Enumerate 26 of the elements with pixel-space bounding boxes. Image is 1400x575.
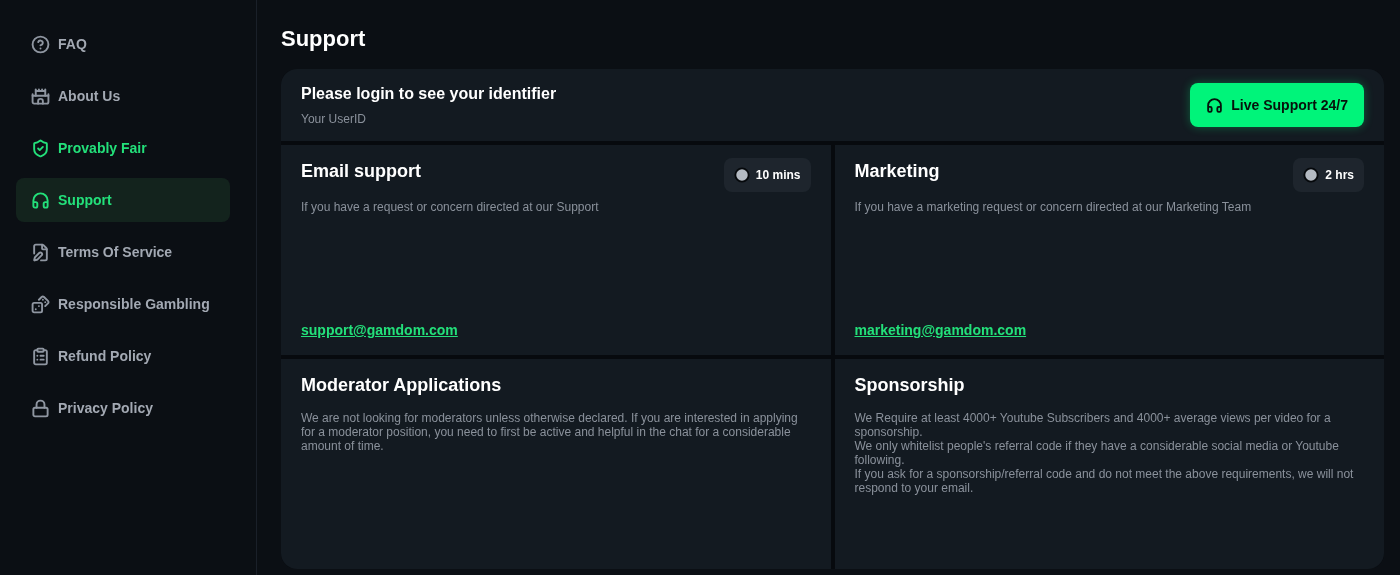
sidebar-item[interactable]: Responsible Gambling (16, 282, 230, 326)
sidebar-item[interactable]: FAQ (16, 22, 230, 66)
panel-title: Sponsorship (854, 374, 965, 397)
sidebar-item[interactable]: About Us (16, 74, 230, 118)
email-link[interactable]: support@gamdom.com (301, 320, 458, 341)
panel-description: If you have a marketing request or concern directed at our Marketing Team (854, 200, 1253, 214)
panel-description: We only whitelist people's referral code if they have a considerable social media or Youtube following. (854, 439, 1340, 467)
email-link[interactable]: marketing@gamdom.com (854, 320, 1027, 341)
identifier-subtitle: Your UserID (301, 111, 367, 128)
panel-description: If you have a request or concern directed at our Support (301, 200, 600, 214)
live-support-button[interactable]: Live Support 24/7 (1190, 83, 1364, 127)
identifier-title: Please login to see your identifier (301, 84, 557, 104)
sidebar-item[interactable]: Support (16, 178, 230, 222)
panel-description: We Require at least 4000+ Youtube Subscribers and 4000+ average views per video for a sponsorship. (854, 411, 1332, 439)
panel-description: If you ask for a sponsorship/referral code and do not meet the above requirements, we will not respond to your email. (854, 467, 1355, 495)
panel-description: We are not looking for moderators unless otherwise declared. If you are interested in applying for a moderator position, you need to first be active and helpful in the chat for a considerable amount of time. (301, 411, 799, 453)
sidebar-item[interactable]: Provably Fair (16, 126, 230, 170)
sidebar-item[interactable]: Terms Of Service (16, 230, 230, 274)
sidebar-item[interactable]: Refund Policy (16, 334, 230, 378)
page-title: Support (281, 25, 367, 53)
sidebar-item[interactable]: Privacy Policy (16, 386, 230, 430)
panel-title: Marketing (854, 160, 940, 183)
response-time-badge: 10 mins (723, 158, 811, 192)
panel-title: Moderator Applications (301, 374, 502, 397)
response-time-badge: 2 hrs (1293, 158, 1364, 192)
panel-title: Email support (301, 160, 421, 183)
